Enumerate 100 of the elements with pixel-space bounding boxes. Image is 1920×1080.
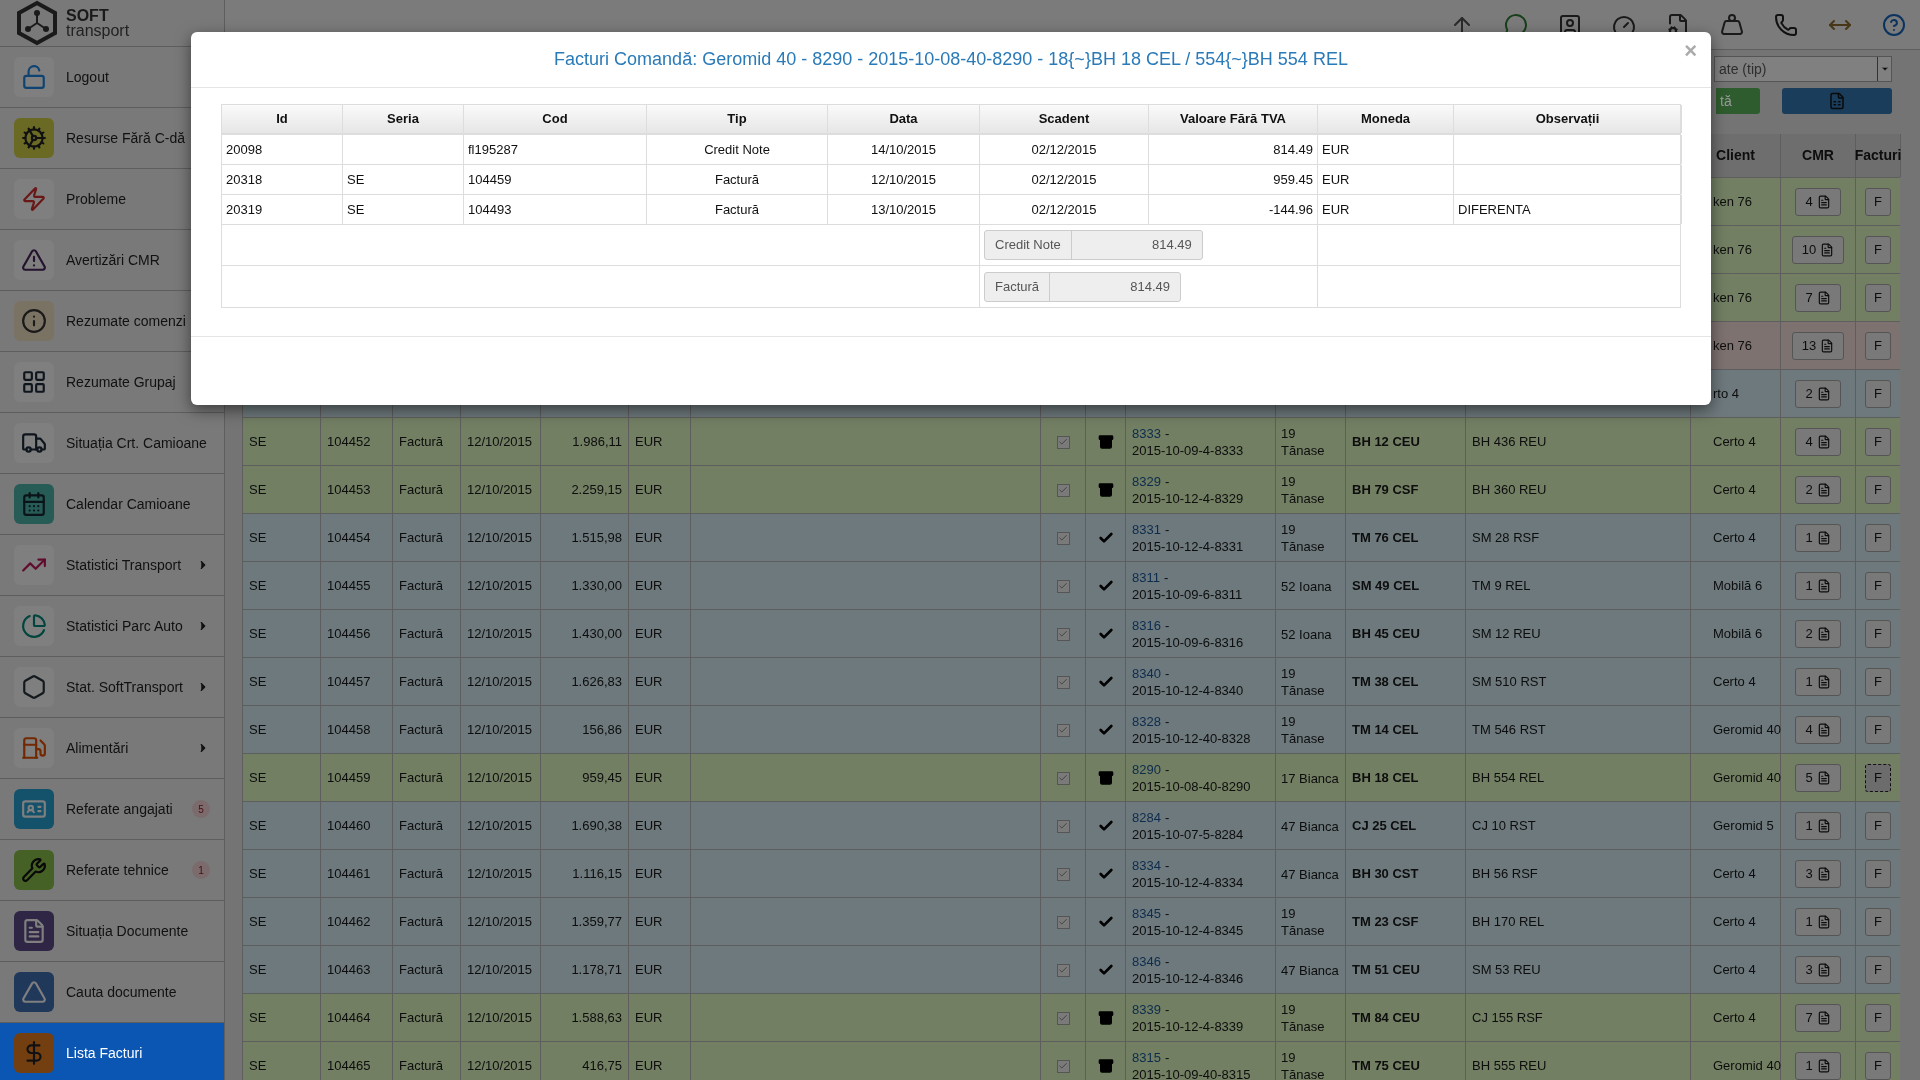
order-link[interactable]: 8328: [1132, 713, 1161, 730]
cmr-button[interactable]: 13: [1791, 332, 1845, 360]
cmr-button[interactable]: 4: [1795, 716, 1841, 744]
order-link[interactable]: 8311: [1132, 569, 1160, 586]
total-value: 814.49: [1151, 236, 1193, 255]
checkbox[interactable]: [1056, 1011, 1070, 1025]
trailer-plate: SM 12 REU: [1472, 625, 1541, 644]
checkbox[interactable]: [1056, 579, 1070, 593]
cmr-button[interactable]: 3: [1795, 956, 1841, 984]
cmr-button[interactable]: 10: [1791, 236, 1845, 264]
checkbox[interactable]: [1056, 675, 1070, 689]
cmr-button[interactable]: 2: [1795, 380, 1841, 408]
cmr-button[interactable]: 7: [1795, 284, 1841, 312]
cmr-button[interactable]: 1: [1795, 908, 1841, 936]
order-link[interactable]: 8290: [1132, 761, 1161, 778]
table-cell-text: Factură: [714, 170, 760, 189]
client-name: Certo 4: [1713, 1009, 1756, 1028]
cmr-button[interactable]: 1: [1795, 668, 1841, 696]
checkbox[interactable]: [1056, 531, 1070, 545]
cmr-button[interactable]: 4: [1795, 188, 1841, 216]
invoice-button[interactable]: F: [1865, 1052, 1891, 1080]
table-cell-text: EUR: [635, 529, 663, 548]
document-icon: [1816, 195, 1831, 209]
order-code: 2015-10-12-40-8328: [1132, 730, 1251, 747]
client-name: ken 76: [1713, 337, 1753, 356]
cmr-button[interactable]: 1: [1795, 524, 1841, 552]
sidebar-item[interactable]: Lista Facturi: [0, 1023, 224, 1080]
checkbox[interactable]: [1056, 867, 1070, 881]
order-link[interactable]: 8315: [1132, 1049, 1161, 1066]
checkbox[interactable]: [1056, 915, 1070, 929]
weight-icon[interactable]: [1720, 12, 1744, 37]
invoice-button[interactable]: F: [1865, 428, 1891, 456]
cmr-button[interactable]: 1: [1795, 1052, 1841, 1080]
cmr-button[interactable]: 2: [1795, 476, 1841, 504]
table-cell-text: EUR: [635, 577, 663, 596]
order-link[interactable]: 8334: [1132, 857, 1161, 874]
invoice-button[interactable]: F: [1865, 380, 1891, 408]
help-icon[interactable]: [1882, 12, 1906, 37]
invoice-button[interactable]: F: [1865, 572, 1891, 600]
invoice-button[interactable]: F: [1865, 812, 1891, 840]
order-link[interactable]: 8284: [1132, 809, 1161, 826]
invoice-button[interactable]: F: [1865, 188, 1891, 216]
separator-text: -: [1164, 425, 1170, 442]
table-cell-text: 20319: [226, 200, 263, 219]
sidebar-label: Rezumate Grupaj: [66, 372, 176, 392]
table-cell-text: 104463: [327, 961, 371, 980]
invoice-button[interactable]: F: [1865, 716, 1891, 744]
invoice-button[interactable]: F: [1865, 476, 1891, 504]
checkbox[interactable]: [1056, 963, 1070, 977]
column-header: Observații: [1454, 105, 1682, 133]
excel-export-button[interactable]: [1782, 88, 1892, 114]
order-link[interactable]: 8316: [1132, 617, 1161, 634]
cmr-button[interactable]: 3: [1795, 860, 1841, 888]
cmr-button[interactable]: 1: [1795, 812, 1841, 840]
filter-button[interactable]: tă: [1716, 88, 1760, 114]
driver-name: 52 Ioana: [1281, 577, 1332, 595]
order-link[interactable]: 8339: [1132, 1001, 1161, 1018]
table-cell-text: EUR: [635, 673, 663, 692]
checkbox[interactable]: [1056, 1059, 1070, 1073]
checkbox[interactable]: [1056, 723, 1070, 737]
table-cell-text: 12/10/2015: [467, 817, 533, 836]
total-value: 814.49: [1129, 277, 1172, 296]
invoice-button[interactable]: F: [1865, 236, 1891, 264]
checkbox[interactable]: [1056, 627, 1070, 641]
invoice-button[interactable]: F: [1865, 332, 1891, 360]
separator-text: -: [1164, 521, 1170, 538]
invoice-button[interactable]: F: [1865, 620, 1891, 648]
invoice-button[interactable]: F: [1865, 908, 1891, 936]
phone-icon[interactable]: [1774, 12, 1798, 37]
order-link[interactable]: 8346: [1132, 953, 1161, 970]
checkbox[interactable]: [1056, 483, 1070, 497]
order-link[interactable]: 8340: [1132, 665, 1161, 682]
checkbox[interactable]: [1056, 819, 1070, 833]
table-cell-text: EUR: [635, 1009, 663, 1028]
cmr-button[interactable]: 5: [1795, 764, 1841, 792]
invoice-button[interactable]: F: [1865, 1004, 1891, 1032]
invoice-button[interactable]: F: [1865, 764, 1891, 792]
invoice-button[interactable]: F: [1865, 284, 1891, 312]
invoice-button[interactable]: F: [1865, 524, 1891, 552]
invoice-button[interactable]: F: [1865, 956, 1891, 984]
column-header: Moneda: [1318, 105, 1454, 133]
checkbox[interactable]: [1056, 771, 1070, 785]
document-icon: [1816, 1011, 1831, 1025]
truck-plate: TM 23 CSF: [1352, 913, 1419, 932]
invoice-button[interactable]: F: [1865, 860, 1891, 888]
cmr-button[interactable]: 2: [1795, 620, 1841, 648]
lightning-icon: [14, 179, 54, 219]
table-cell-text: 1.178,71: [571, 961, 622, 980]
order-link[interactable]: 8331: [1132, 521, 1161, 538]
checkbox[interactable]: [1056, 435, 1070, 449]
cmr-button[interactable]: 4: [1795, 428, 1841, 456]
invoice-button[interactable]: F: [1865, 668, 1891, 696]
type-select[interactable]: ate (tip): [1714, 56, 1892, 82]
cmr-button[interactable]: 1: [1795, 572, 1841, 600]
document-icon: [1816, 771, 1831, 785]
order-link[interactable]: 8329: [1132, 473, 1161, 490]
close-button[interactable]: ×: [1684, 34, 1697, 67]
cmr-button[interactable]: 7: [1795, 1004, 1841, 1032]
order-link[interactable]: 8333: [1132, 425, 1161, 442]
order-link[interactable]: 8345: [1132, 905, 1161, 922]
